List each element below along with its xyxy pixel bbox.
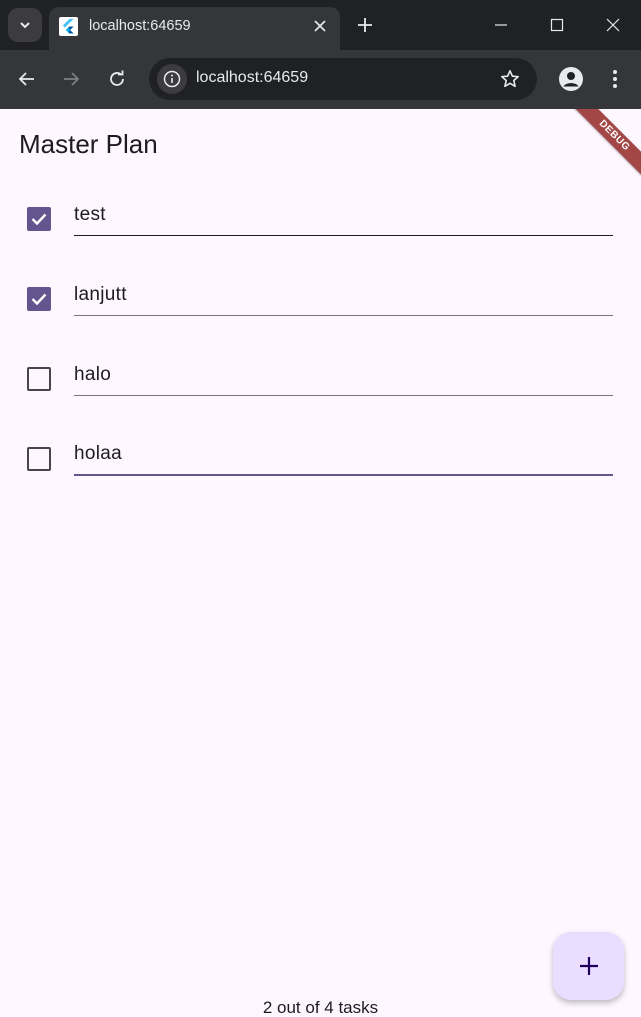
task-text-field[interactable] bbox=[74, 346, 613, 396]
task-item bbox=[0, 258, 641, 338]
minimize-button[interactable] bbox=[486, 10, 516, 40]
tab-title: localhost:64659 bbox=[89, 18, 191, 34]
address-bar[interactable]: localhost:64659 bbox=[149, 58, 537, 100]
browser-toolbar: localhost:64659 bbox=[0, 50, 641, 109]
arrow-left-icon bbox=[18, 72, 34, 86]
profile-button[interactable] bbox=[557, 65, 585, 93]
close-icon bbox=[606, 18, 620, 32]
task-item bbox=[0, 178, 641, 258]
window-close-button[interactable] bbox=[598, 10, 628, 40]
reload-button[interactable] bbox=[103, 65, 131, 93]
browser-tab[interactable]: localhost:64659 bbox=[49, 7, 340, 50]
maximize-icon bbox=[550, 18, 564, 32]
minimize-icon bbox=[495, 24, 507, 26]
task-text-field[interactable] bbox=[74, 186, 613, 236]
task-text-field[interactable] bbox=[74, 426, 613, 476]
more-vert-icon bbox=[613, 70, 617, 88]
plus-icon bbox=[579, 957, 598, 975]
tab-close-button[interactable] bbox=[310, 16, 330, 36]
task-checkbox[interactable] bbox=[27, 367, 51, 391]
arrow-right-icon bbox=[64, 72, 80, 86]
task-checkbox[interactable] bbox=[27, 287, 51, 311]
flutter-logo-icon bbox=[59, 17, 78, 36]
account-icon bbox=[559, 67, 583, 91]
task-checkbox[interactable] bbox=[27, 207, 51, 231]
reload-icon bbox=[110, 70, 124, 86]
check-icon bbox=[31, 213, 47, 226]
task-checkbox[interactable] bbox=[27, 447, 51, 471]
add-task-button[interactable] bbox=[553, 932, 624, 1000]
task-text-field[interactable] bbox=[74, 266, 613, 316]
app-viewport: Master Plan DEBUG 2 out of 4 tasks bbox=[0, 109, 641, 1017]
tab-search-button[interactable] bbox=[8, 8, 42, 42]
back-button[interactable] bbox=[13, 65, 41, 93]
new-tab-button[interactable] bbox=[353, 13, 377, 37]
forward-button[interactable] bbox=[57, 65, 85, 93]
close-icon bbox=[314, 20, 326, 32]
page-title: Master Plan bbox=[19, 129, 158, 159]
progress-text: 2 out of 4 tasks bbox=[262, 998, 379, 1017]
maximize-button[interactable] bbox=[542, 10, 572, 40]
task-item bbox=[0, 338, 641, 418]
chevron-down-icon bbox=[20, 22, 30, 29]
info-icon bbox=[163, 70, 181, 88]
url-text[interactable]: localhost:64659 bbox=[196, 69, 308, 87]
star-icon bbox=[501, 70, 519, 88]
debug-banner: DEBUG bbox=[565, 109, 641, 185]
site-info-button[interactable] bbox=[157, 64, 187, 94]
browser-menu-button[interactable] bbox=[603, 65, 627, 93]
task-item bbox=[0, 418, 641, 498]
check-icon bbox=[31, 293, 47, 306]
plus-icon bbox=[358, 18, 372, 32]
bookmark-button[interactable] bbox=[499, 68, 521, 90]
browser-tabstrip: localhost:64659 bbox=[0, 0, 641, 50]
